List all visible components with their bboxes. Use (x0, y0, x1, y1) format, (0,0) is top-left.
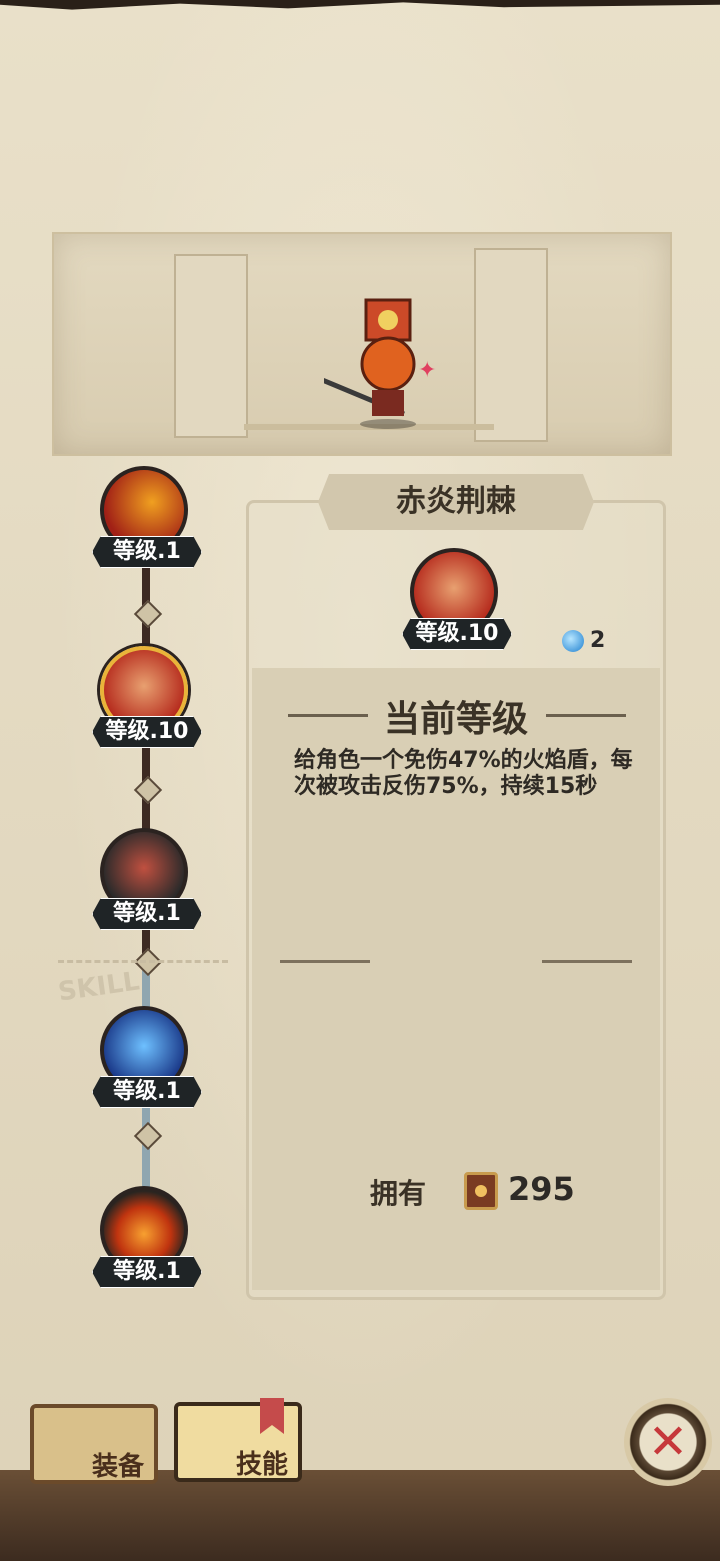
selected-skill-node: 等级.10 (402, 548, 512, 658)
skill-book-icon (464, 1172, 498, 1210)
close-icon: ✕ (647, 1414, 689, 1470)
scene-pillar-left (174, 254, 248, 438)
skill-section-divider (58, 960, 228, 963)
close-button[interactable]: ✕ (624, 1398, 712, 1486)
sparkle-effect: ✦ (418, 358, 437, 383)
mana-cost: 2 (562, 628, 605, 653)
skill-node-5[interactable]: 等级.1 (92, 1186, 202, 1296)
panel-divider-right (542, 960, 632, 963)
skill-description: 给角色一个免伤47%的火焰盾，每次被攻击反伤75%，持续15秒 (294, 748, 633, 799)
skill-level-tag: 等级.1 (92, 1076, 202, 1108)
skill-level-tag: 等级.1 (92, 536, 202, 568)
skill-level-tag: 等级.1 (92, 898, 202, 930)
mana-cost-value: 2 (590, 628, 606, 653)
character-scene: ✦ (52, 232, 672, 456)
current-level-heading: 当前等级 (383, 699, 528, 740)
tab-equipment[interactable]: 装备 (30, 1404, 158, 1484)
skill-node-3[interactable]: 等级.1 (92, 828, 202, 938)
tab-equipment-label: 装备 (91, 1452, 144, 1482)
skill-level-tag: 等级.10 (92, 716, 202, 748)
own-label: 拥有 (370, 1177, 427, 1210)
mana-orb-icon (562, 630, 584, 652)
tab-skills-label: 技能 (235, 1450, 288, 1480)
panel-divider-left (280, 960, 370, 963)
skill-node-1[interactable]: 等级.1 (92, 466, 202, 576)
scene-pillar-right (474, 248, 548, 442)
skill-title: 赤炎荆棘 (318, 474, 594, 530)
skill-node-4[interactable]: 等级.1 (92, 1006, 202, 1116)
skill-level-tag: 等级.1 (92, 1256, 202, 1288)
skill-node-2[interactable]: 等级.10 (92, 646, 202, 756)
own-count: 295 (508, 1170, 575, 1208)
selected-skill-level-tag: 等级.10 (402, 618, 512, 650)
